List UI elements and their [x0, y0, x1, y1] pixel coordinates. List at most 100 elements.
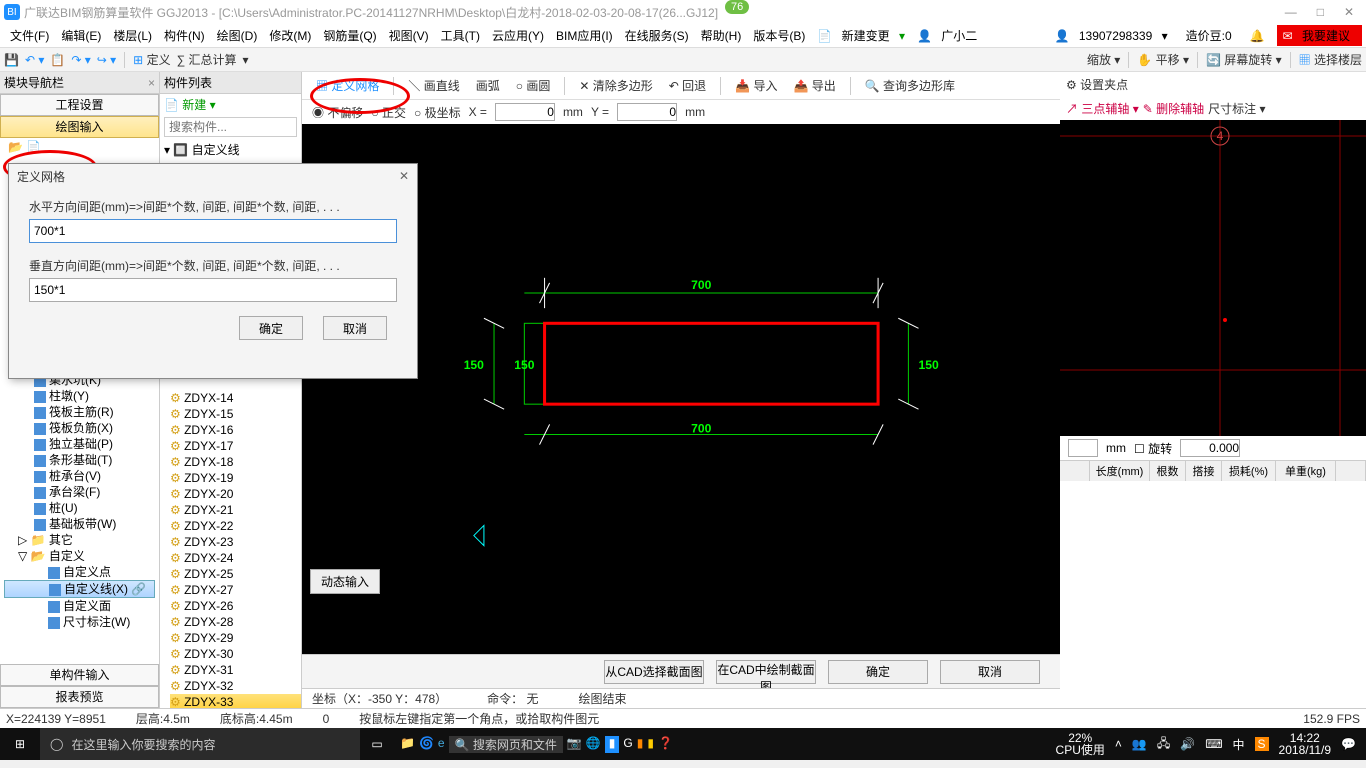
menu-bim[interactable]: BIM应用(I) — [550, 27, 619, 44]
minimize-icon[interactable]: — — [1285, 5, 1297, 19]
tree-folder-other[interactable]: ▷ 📁 其它 — [4, 532, 155, 548]
dialog-cancel-button[interactable]: 取消 — [323, 316, 387, 340]
tray-net-icon[interactable]: 🖧 — [1157, 734, 1170, 755]
tree-item[interactable]: 筏板负筋(X) — [4, 420, 155, 436]
taskbar-search[interactable]: ◯ 在这里输入你要搜索的内容 — [40, 728, 360, 760]
copy-icon[interactable]: 📋 — [50, 53, 65, 67]
suggest-button[interactable]: ✉ 我要建议 — [1277, 25, 1362, 46]
comp-list-item[interactable]: ⚙ ZDYX-17 — [170, 438, 301, 454]
app-ie-icon[interactable]: e — [438, 736, 445, 753]
comp-list-item[interactable]: ⚙ ZDYX-22 — [170, 518, 301, 534]
menu-rebar[interactable]: 钢筋量(Q) — [317, 27, 382, 44]
tree-item[interactable]: 桩(U) — [4, 500, 155, 516]
x-input[interactable] — [495, 103, 555, 121]
app-note-icon[interactable]: ▮ — [647, 736, 654, 753]
query-poly-button[interactable]: 🔍 查询多边形库 — [859, 77, 961, 94]
select-floor-button[interactable]: ▦ 选择楼层 — [1299, 51, 1362, 68]
report-preview-button[interactable]: 报表预览 — [0, 686, 159, 708]
zoom-button[interactable]: 缩放 ▾ — [1087, 51, 1120, 68]
comp-list-item[interactable]: ⚙ ZDYX-15 — [170, 406, 301, 422]
comp-list-item[interactable]: ⚙ ZDYX-33 — [170, 694, 301, 708]
pan-button[interactable]: ✋ 平移 ▾ — [1137, 51, 1189, 68]
screen-rotate-button[interactable]: 🔄 屏幕旋转 ▾ — [1206, 51, 1282, 68]
comp-list-item[interactable]: ⚙ ZDYX-25 — [170, 566, 301, 582]
tree-item-custom[interactable]: 尺寸标注(W) — [4, 614, 155, 630]
menu-floor[interactable]: 楼层(L) — [107, 27, 158, 44]
no-offset-radio[interactable]: ◉ 不偏移 — [312, 104, 363, 121]
nav-close-icon[interactable]: × — [148, 76, 155, 90]
cancel-button[interactable]: 取消 — [940, 660, 1040, 684]
app-cam-icon[interactable]: 📷 — [567, 736, 582, 753]
set-clip-button[interactable]: ⚙ 设置夹点 — [1066, 76, 1128, 93]
y-input[interactable] — [617, 103, 677, 121]
tray-ime[interactable]: 中 — [1233, 736, 1245, 753]
menu-online[interactable]: 在线服务(S) — [619, 27, 695, 44]
new-change-button[interactable]: 📄 新建变更 ▾ — [811, 27, 911, 44]
dim-label-button[interactable]: 尺寸标注 ▾ — [1208, 100, 1265, 117]
dialog-ok-button[interactable]: 确定 — [239, 316, 303, 340]
new-comp-button[interactable]: 📄 新建 ▾ — [164, 98, 216, 112]
comp-list-item[interactable]: ⚙ ZDYX-28 — [170, 614, 301, 630]
rotate-value-input[interactable] — [1180, 439, 1240, 457]
sumcalc-button[interactable]: ∑ 汇总计算 — [177, 51, 237, 68]
menu-version[interactable]: 版本号(B) — [747, 27, 811, 44]
tree-item-custom[interactable]: 自定义点 — [4, 564, 155, 580]
draw-in-cad-button[interactable]: 在CAD中绘制截面图 — [716, 660, 816, 684]
app-orange-icon[interactable]: ▮ — [637, 736, 644, 753]
close-icon[interactable]: ✕ — [1344, 5, 1354, 19]
app-swirl-icon[interactable]: 🌀 — [419, 736, 434, 753]
comp-list-item[interactable]: ⚙ ZDYX-26 — [170, 598, 301, 614]
web-search-box[interactable]: 🔍 搜索网页和文件 — [449, 736, 563, 753]
maximize-icon[interactable]: □ — [1317, 5, 1324, 19]
redo2-icon[interactable]: ↪ ▾ — [97, 53, 116, 67]
app-q-icon[interactable]: ❓ — [658, 736, 673, 753]
app-g-icon[interactable]: G — [623, 736, 632, 753]
ortho-radio[interactable]: ○ 正交 — [371, 104, 406, 121]
import-button[interactable]: 📥 导入 — [729, 77, 783, 94]
tray-people-icon[interactable]: 👥 — [1132, 737, 1147, 751]
export-button[interactable]: 📤 导出 — [787, 77, 841, 94]
tree-item[interactable]: 承台梁(F) — [4, 484, 155, 500]
comp-list-item[interactable]: ⚙ ZDYX-19 — [170, 470, 301, 486]
tree-item[interactable]: 柱墩(Y) — [4, 388, 155, 404]
v-spacing-input[interactable] — [29, 278, 397, 302]
tree-item-custom[interactable]: 自定义面 — [4, 598, 155, 614]
tray-vol-icon[interactable]: 🔊 — [1180, 737, 1195, 751]
comp-list-item[interactable]: ⚙ ZDYX-27 — [170, 582, 301, 598]
tree-item[interactable]: 独立基础(P) — [4, 436, 155, 452]
dyn-input-button[interactable]: 动态输入 — [310, 569, 380, 594]
tray-s-icon[interactable]: S — [1255, 737, 1269, 751]
menu-draw[interactable]: 绘图(D) — [211, 27, 264, 44]
tree-folder-custom[interactable]: ▽ 📂 自定义 — [4, 548, 155, 564]
tree-item-custom[interactable]: 自定义线(X) 🔗 — [4, 580, 155, 598]
tree-item[interactable]: 筏板主筋(R) — [4, 404, 155, 420]
comp-root[interactable]: ▾ 🔲 自定义线 — [160, 139, 301, 160]
app-blue-icon[interactable]: ▮ — [605, 736, 620, 753]
draw-arc-button[interactable]: 画弧 — [470, 77, 506, 94]
comp-list-item[interactable]: ⚙ ZDYX-23 — [170, 534, 301, 550]
menu-component[interactable]: 构件(N) — [158, 27, 211, 44]
h-spacing-input[interactable] — [29, 219, 397, 243]
tray-up-icon[interactable]: ˄ — [1115, 737, 1122, 751]
clear-poly-button[interactable]: ✕ 清除多边形 — [573, 77, 658, 94]
save-icon[interactable]: 💾 — [4, 53, 19, 67]
comp-list-item[interactable]: ⚙ ZDYX-16 — [170, 422, 301, 438]
taskview-icon[interactable]: ▭ — [360, 737, 394, 751]
comp-list-item[interactable]: ⚙ ZDYX-14 — [170, 390, 301, 406]
menu-file[interactable]: 文件(F) — [4, 27, 55, 44]
search-input[interactable] — [164, 117, 297, 137]
comp-list-item[interactable]: ⚙ ZDYX-20 — [170, 486, 301, 502]
three-pt-button[interactable]: ↗ 三点辅轴 ▾ — [1066, 100, 1139, 117]
comp-list-item[interactable]: ⚙ ZDYX-29 — [170, 630, 301, 646]
comp-list-item[interactable]: ⚙ ZDYX-30 — [170, 646, 301, 662]
single-comp-button[interactable]: 单构件输入 — [0, 664, 159, 686]
right-canvas[interactable]: 4 — [1060, 120, 1366, 436]
define-grid-button[interactable]: ▦ 定义网格 — [310, 77, 385, 94]
menu-edit[interactable]: 编辑(E) — [55, 27, 107, 44]
from-cad-button[interactable]: 从CAD选择截面图 — [604, 660, 704, 684]
proj-setting-button[interactable]: 工程设置 — [0, 94, 159, 116]
comp-list-item[interactable]: ⚙ ZDYX-31 — [170, 662, 301, 678]
dialog-close-icon[interactable]: ✕ — [399, 169, 409, 183]
guangxiaoer-button[interactable]: 👤 广小二 — [911, 27, 989, 44]
draw-circle-button[interactable]: ○ 画圆 — [510, 77, 557, 94]
